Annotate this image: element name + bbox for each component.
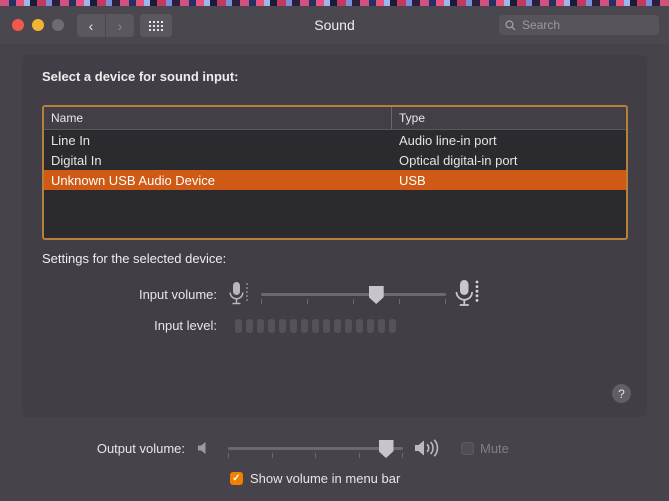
slider-ticks xyxy=(228,453,403,458)
device-type: Audio line-in port xyxy=(399,132,497,148)
help-button[interactable]: ? xyxy=(612,384,631,403)
show-volume-checkbox[interactable]: ✓ xyxy=(230,472,243,485)
input-volume-slider[interactable] xyxy=(261,285,446,304)
device-name: Unknown USB Audio Device xyxy=(51,172,216,188)
level-meter-segment xyxy=(323,318,330,333)
column-header-type[interactable]: Type xyxy=(392,107,626,129)
level-meter-segment xyxy=(389,318,396,333)
input-level-meter xyxy=(235,318,396,333)
sound-preferences-window: ‹ › Sound Sound Effects Output Input xyxy=(0,6,669,501)
show-volume-in-menu-bar-row[interactable]: ✓ Show volume in menu bar xyxy=(230,471,400,486)
speaker-quiet-icon xyxy=(198,442,206,454)
search-input[interactable] xyxy=(520,17,653,33)
search-field[interactable] xyxy=(499,15,659,35)
output-volume-row: Output volume: Mute xyxy=(0,438,669,458)
level-meter-segment xyxy=(367,318,374,333)
level-meter-segment xyxy=(378,318,385,333)
table-row[interactable]: Line In Audio line-in port xyxy=(44,130,626,150)
speaker-loud-icon xyxy=(415,439,439,457)
device-name: Digital In xyxy=(51,152,102,168)
level-meter-segment xyxy=(268,318,275,333)
level-meter-segment xyxy=(334,318,341,333)
level-meter-segment xyxy=(345,318,352,333)
search-icon xyxy=(505,19,516,30)
device-type: USB xyxy=(399,172,426,188)
input-volume-label: Input volume: xyxy=(138,286,217,302)
window-titlebar: ‹ › Sound xyxy=(0,6,669,44)
column-header-name[interactable]: Name xyxy=(44,107,392,129)
slider-track xyxy=(261,293,446,296)
show-volume-label: Show volume in menu bar xyxy=(250,471,401,486)
level-meter-segment xyxy=(301,318,308,333)
device-table[interactable]: Name Type Line In Audio line-in port Dig… xyxy=(42,105,628,240)
content-panel: Select a device for sound input: Name Ty… xyxy=(22,55,647,417)
table-header-row: Name Type xyxy=(44,107,626,130)
slider-track xyxy=(228,447,403,450)
input-level-row: Input level: xyxy=(112,318,396,333)
input-level-label: Input level: xyxy=(154,318,217,333)
device-name: Line In xyxy=(51,132,91,148)
level-meter-segment xyxy=(312,318,319,333)
slider-ticks xyxy=(261,299,446,304)
device-section-label: Select a device for sound input: xyxy=(42,69,239,84)
settings-section-label: Settings for the selected device: xyxy=(42,251,227,266)
level-meter-segment xyxy=(257,318,264,333)
checkmark-icon: ✓ xyxy=(232,472,241,484)
level-meter-segment xyxy=(235,318,242,333)
output-volume-slider[interactable] xyxy=(228,439,403,458)
level-meter-segment xyxy=(356,318,363,333)
mute-label: Mute xyxy=(480,440,509,456)
level-meter-segment xyxy=(279,318,286,333)
table-row[interactable]: Digital In Optical digital-in port xyxy=(44,150,626,170)
input-volume-row: Input volume: xyxy=(112,277,484,311)
microphone-loud-icon xyxy=(455,280,479,306)
mute-checkbox[interactable] xyxy=(461,441,474,455)
table-row-selected[interactable]: Unknown USB Audio Device USB xyxy=(44,170,626,190)
level-meter-segment xyxy=(246,318,253,333)
level-meter-segment xyxy=(290,318,297,333)
microphone-quiet-icon xyxy=(229,282,248,305)
device-type: Optical digital-in port xyxy=(399,152,518,168)
output-volume-label: Output volume: xyxy=(96,440,185,456)
